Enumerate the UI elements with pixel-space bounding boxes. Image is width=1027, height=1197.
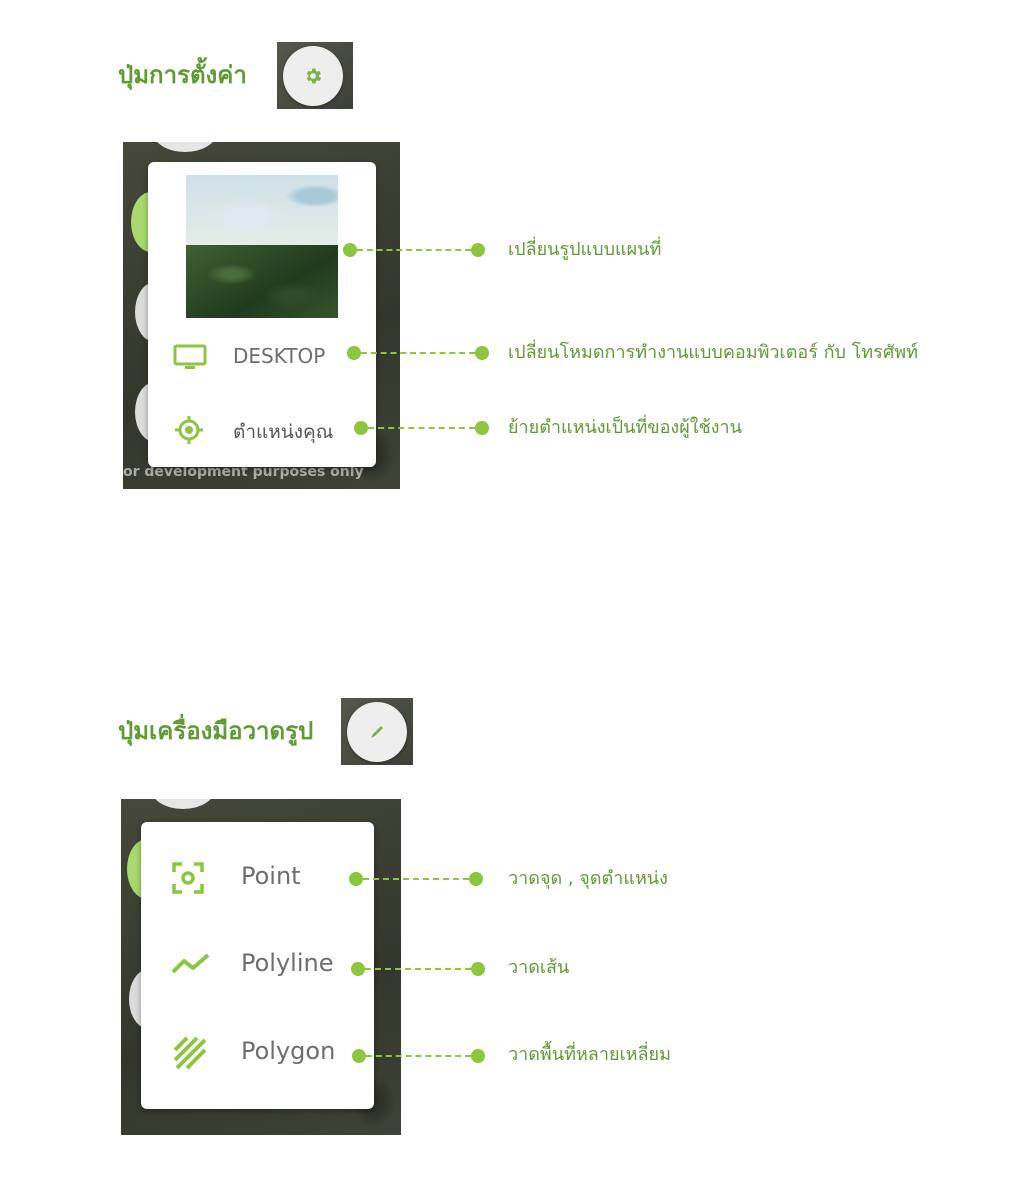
draw-tools-button[interactable]	[347, 702, 407, 762]
callout-draw-polyline: วาดเส้น	[508, 957, 570, 978]
settings-button-frame	[277, 42, 353, 109]
callout-line	[354, 421, 489, 435]
draw-tools-heading: ปุ่มเครื่องมือวาดรูป	[118, 717, 314, 745]
my-location-label: ตำแหน่งคุณ	[233, 421, 334, 443]
draw-polygon-label: Polygon	[241, 1037, 336, 1065]
callout-draw-point: วาดจุด , จุดตำแหน่ง	[508, 868, 668, 889]
callout-line	[349, 872, 483, 886]
gear-icon	[306, 68, 322, 84]
draw-menu-panel: Point Polyline Polygon	[141, 822, 374, 1109]
draw-polyline-label: Polyline	[241, 949, 334, 977]
desktop-mode-item[interactable]: DESKTOP	[168, 340, 368, 372]
settings-button[interactable]	[283, 46, 343, 106]
map-thumbnail-satellite	[186, 245, 338, 318]
map-thumbnail-street	[186, 175, 338, 245]
callout-line	[351, 962, 485, 976]
polygon-hatch-icon	[173, 1036, 207, 1070]
callout-line	[347, 346, 489, 360]
draw-button-frame	[341, 698, 413, 765]
callout-desktop-mode: เปลี่ยนโหมดการทำงานแบบคอมพิวเตอร์ กับ โท…	[508, 342, 918, 363]
settings-menu-screenshot: or development purposes only DESKTOP ตำแ…	[123, 142, 400, 489]
callout-draw-polygon: วาดพื้นที่หลายเหลี่ยม	[508, 1044, 671, 1065]
point-target-icon	[172, 862, 204, 894]
map-button-peek	[151, 799, 215, 809]
draw-polyline-item[interactable]: Polyline	[161, 944, 371, 984]
settings-menu-panel: DESKTOP ตำแหน่งคุณ	[148, 162, 376, 467]
draw-point-item[interactable]: Point	[161, 857, 371, 897]
polyline-icon	[171, 953, 210, 974]
draw-polygon-item[interactable]: Polygon	[161, 1032, 371, 1072]
monitor-icon	[173, 344, 207, 369]
my-location-icon	[175, 416, 203, 444]
my-location-item[interactable]: ตำแหน่งคุณ	[168, 412, 368, 446]
callout-line	[352, 1049, 485, 1063]
callout-my-location: ย้ายตำแหน่งเป็นที่ของผู้ใช้งาน	[508, 417, 742, 438]
desktop-mode-label: DESKTOP	[233, 344, 326, 368]
callout-map-style: เปลี่ยนรูปแบบแผนที่	[508, 239, 662, 260]
settings-heading: ปุ่มการตั้งค่า	[118, 61, 247, 89]
draw-point-label: Point	[241, 862, 301, 890]
callout-line	[343, 243, 485, 257]
map-style-thumbnail[interactable]	[186, 175, 338, 318]
pencil-icon	[371, 726, 383, 738]
map-button-peek	[153, 142, 217, 152]
